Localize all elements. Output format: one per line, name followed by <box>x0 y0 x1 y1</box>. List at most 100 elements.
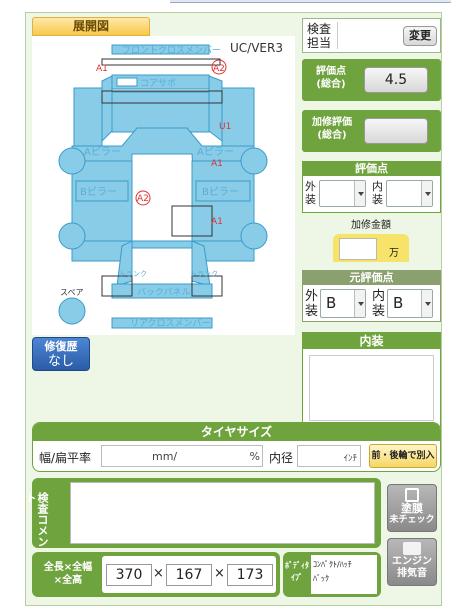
car-diagram-svg: フロントクロスメンバー コアサポ Aピラー Aピラー Bピラー Bピラー バック… <box>58 41 283 329</box>
tire-separate-button[interactable]: 前・後輪で別入力 <box>369 444 437 468</box>
original-evaluation-box: 元評価点 外 装 B 内 装 B <box>302 270 441 322</box>
dimension-times-2: × <box>214 566 225 581</box>
rear-left-wheel <box>58 222 86 250</box>
dimension-width-input[interactable]: 167 <box>166 564 212 586</box>
comment-label: 検査コメント <box>24 492 49 547</box>
inspector-change-button[interactable]: 変更 <box>403 26 437 46</box>
rear-cross-member-label: リアクロスメンバー <box>130 318 211 329</box>
back-panel-label: バックパネル <box>137 287 191 298</box>
engine-icon <box>403 542 421 555</box>
repair-score-label-1: 加修評価 <box>312 117 352 128</box>
inspector-label-2: 担当 <box>307 36 332 50</box>
original-interior-value: B <box>393 294 404 312</box>
inspector-box: 検査 担当 変更 <box>302 18 441 53</box>
rear-right-wheel <box>240 222 268 250</box>
repair-cost-input[interactable] <box>339 238 377 260</box>
repair-history-title: 修復歴 <box>44 340 78 353</box>
original-interior-select[interactable]: B <box>387 289 433 318</box>
tire-inner-label: 内径 <box>269 451 294 465</box>
damage-mark-right-a1-upper: A1 <box>211 159 223 169</box>
evaluation-exterior-label-1: 外 <box>305 180 316 193</box>
original-exterior-value: B <box>326 294 337 312</box>
interior-box: 内装 <box>302 332 441 428</box>
overall-score-label-1: 評価点 <box>316 66 346 77</box>
dimension-height-input[interactable]: 173 <box>227 564 273 586</box>
front-cross-member-label: フロントクロスメンバー <box>122 45 221 56</box>
top-divider <box>170 0 451 3</box>
front-right-fender <box>221 87 255 147</box>
a-pillar-left-label: Aピラー <box>84 146 121 158</box>
engine-bay-part <box>111 91 210 133</box>
body-type-label-2: ｲﾌﾟ <box>291 573 303 582</box>
original-exterior-label-1: 外 <box>305 289 319 304</box>
b-pillar-left-label: Bピラー <box>80 186 117 198</box>
original-exterior-select[interactable]: B <box>320 289 366 318</box>
comment-textarea[interactable] <box>70 482 375 544</box>
evaluation-interior-label-2: 装 <box>372 193 383 206</box>
repair-score-button[interactable] <box>364 118 428 144</box>
interior-title: 内装 <box>303 333 440 349</box>
chevron-down-icon <box>421 290 432 317</box>
front-left-wheel <box>58 147 86 175</box>
interior-textarea[interactable] <box>309 355 434 421</box>
original-exterior-label-2: 装 <box>305 304 319 319</box>
original-evaluation-title: 元評価点 <box>303 271 440 285</box>
dimensions-label-2: ×全高 <box>53 575 83 586</box>
repair-cost-box: 加修金額 万 <box>331 220 411 266</box>
core-support-label: コアサポ <box>140 78 176 89</box>
overall-score-button[interactable]: 4.5 <box>364 67 428 93</box>
repair-history-button[interactable]: 修復歴 なし <box>32 337 90 371</box>
paint-button-line2: 未チェック <box>389 515 435 525</box>
original-interior-label-1: 内 <box>372 289 386 304</box>
body-type-value[interactable]: ｺﾝﾊﾟｸﾄ/ﾊｯﾁ ﾊﾞｯｸ <box>311 555 377 594</box>
trunk-left-label: トランク <box>119 270 147 278</box>
overall-score-box: 評価点 (総合) 4.5 <box>302 59 441 101</box>
tire-title: タイヤサイズ <box>33 423 440 441</box>
overall-score-label-2: (総合) <box>316 79 346 90</box>
repair-cost-label: 加修金額 <box>351 220 391 231</box>
diagram-version: UC/VER3 <box>230 41 283 55</box>
chevron-down-icon <box>421 181 432 206</box>
comment-box: 検査コメント <box>24 478 381 548</box>
paint-icon <box>405 488 419 502</box>
tire-inner-input[interactable]: ｲﾝﾁ <box>297 445 361 467</box>
diagram-tab[interactable]: 展開図 <box>32 17 150 36</box>
damage-mark-center: A2 <box>137 194 149 204</box>
tire-mm-unit: mm/ <box>152 450 178 463</box>
tire-percent-unit: % <box>249 450 260 463</box>
diagram-tab-label: 展開図 <box>72 19 109 33</box>
inspector-change-label: 変更 <box>409 29 431 42</box>
damage-mark-u1: U1 <box>219 122 231 132</box>
repair-score-box: 加修評価 (総合) <box>302 110 441 152</box>
car-diagram: フロントクロスメンバー コアサポ Aピラー Aピラー Bピラー Bピラー バック… <box>32 36 295 335</box>
damage-mark-front-right: A2 <box>213 64 225 74</box>
engine-button-line1: エンジン <box>392 556 432 567</box>
dimension-times-1: × <box>153 566 164 581</box>
tire-width-input[interactable]: mm/ % <box>101 445 263 467</box>
evaluation-title: 評価点 <box>303 162 440 176</box>
dimension-length-input[interactable]: 370 <box>106 564 152 586</box>
repair-history-value: なし <box>47 354 74 369</box>
dimensions-box: 全長×全幅 ×全高 370 × 167 × 173 <box>32 552 280 597</box>
spare-wheel <box>58 297 86 325</box>
evaluation-exterior-select[interactable] <box>319 180 366 207</box>
tire-box: タイヤサイズ 幅/扁平率 mm/ % 内径 ｲﾝﾁ 前・後輪で別入力 <box>32 422 441 472</box>
body-type-box: ﾎﾞﾃﾞｨﾀ ｲﾌﾟ ｺﾝﾊﾟｸﾄ/ﾊｯﾁ ﾊﾞｯｸ <box>283 552 381 597</box>
chevron-down-icon <box>354 290 365 317</box>
original-interior-label-2: 装 <box>372 304 386 319</box>
evaluation-interior-select[interactable] <box>386 180 433 207</box>
damage-mark-right-a1-lower: A1 <box>211 217 223 227</box>
tire-inch-unit: ｲﾝﾁ <box>343 454 357 464</box>
repair-cost-unit: 万 <box>389 248 399 259</box>
evaluation-box: 評価点 外 装 内 装 <box>302 161 441 213</box>
overall-score-value: 4.5 <box>384 72 408 88</box>
front-left-fender <box>73 87 103 147</box>
evaluation-interior-label-1: 内 <box>372 180 383 193</box>
engine-sound-button[interactable]: エンジン 排気音 <box>387 538 437 586</box>
paint-check-button[interactable]: 塗膜 未チェック <box>387 484 437 532</box>
front-right-wheel <box>240 147 268 175</box>
b-pillar-right-label: Bピラー <box>202 186 239 198</box>
dimensions-label-1: 全長×全幅 <box>43 562 93 573</box>
a-pillar-right-label: Aピラー <box>197 146 234 158</box>
spare-label: スペア <box>60 288 83 297</box>
